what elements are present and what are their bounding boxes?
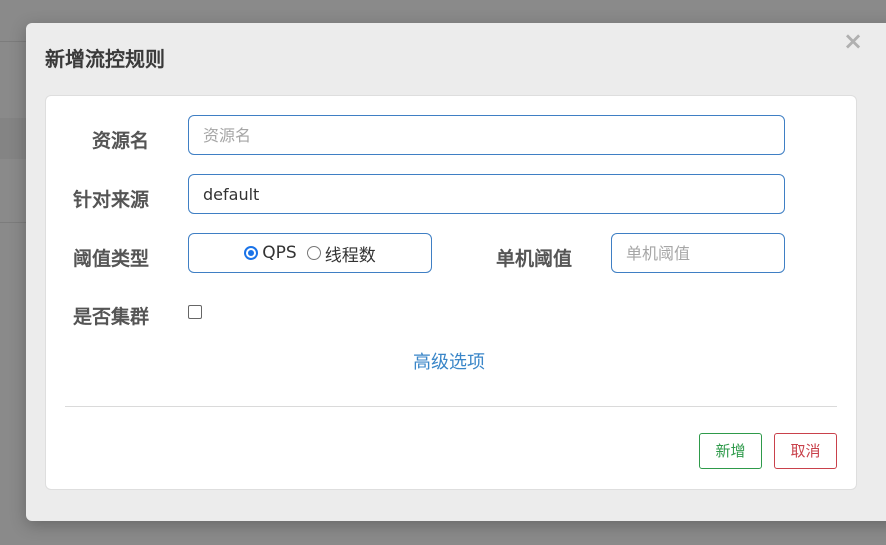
single-threshold-input[interactable] xyxy=(611,233,785,273)
radio-qps-label: QPS xyxy=(262,243,297,263)
background-band xyxy=(0,118,26,159)
resource-name-input[interactable] xyxy=(188,115,785,155)
limit-origin-label: 针对来源 xyxy=(73,189,150,211)
add-button[interactable]: 新增 xyxy=(699,433,762,469)
radio-qps[interactable] xyxy=(244,246,259,260)
radio-option-qps[interactable]: QPS xyxy=(244,243,297,263)
limit-origin-input[interactable] xyxy=(188,174,785,214)
radio-threads-label: 线程数 xyxy=(324,245,376,266)
cluster-mode-label: 是否集群 xyxy=(73,306,150,328)
threshold-type-label: 阈值类型 xyxy=(73,248,150,270)
form-panel: 资源名 针对来源 阈值类型 QPS 线程数 单机阈值 是否集群 高级选项 新增 … xyxy=(45,95,857,490)
close-icon[interactable]: × xyxy=(843,29,863,53)
single-threshold-label: 单机阈值 xyxy=(496,248,573,270)
threshold-type-radio-group: QPS 线程数 xyxy=(188,233,432,273)
cancel-button[interactable]: 取消 xyxy=(774,433,837,469)
resource-name-label: 资源名 xyxy=(92,130,150,152)
cluster-mode-checkbox[interactable] xyxy=(188,305,202,319)
advanced-options-link[interactable]: 高级选项 xyxy=(413,348,485,374)
radio-option-threads[interactable]: 线程数 xyxy=(306,241,376,266)
add-flow-rule-dialog: × 新增流控规则 资源名 针对来源 阈值类型 QPS 线程数 单机阈值 是否集群… xyxy=(26,23,886,521)
radio-threads[interactable] xyxy=(306,246,321,260)
footer-divider xyxy=(65,406,837,407)
dialog-title: 新增流控规则 xyxy=(45,47,165,71)
